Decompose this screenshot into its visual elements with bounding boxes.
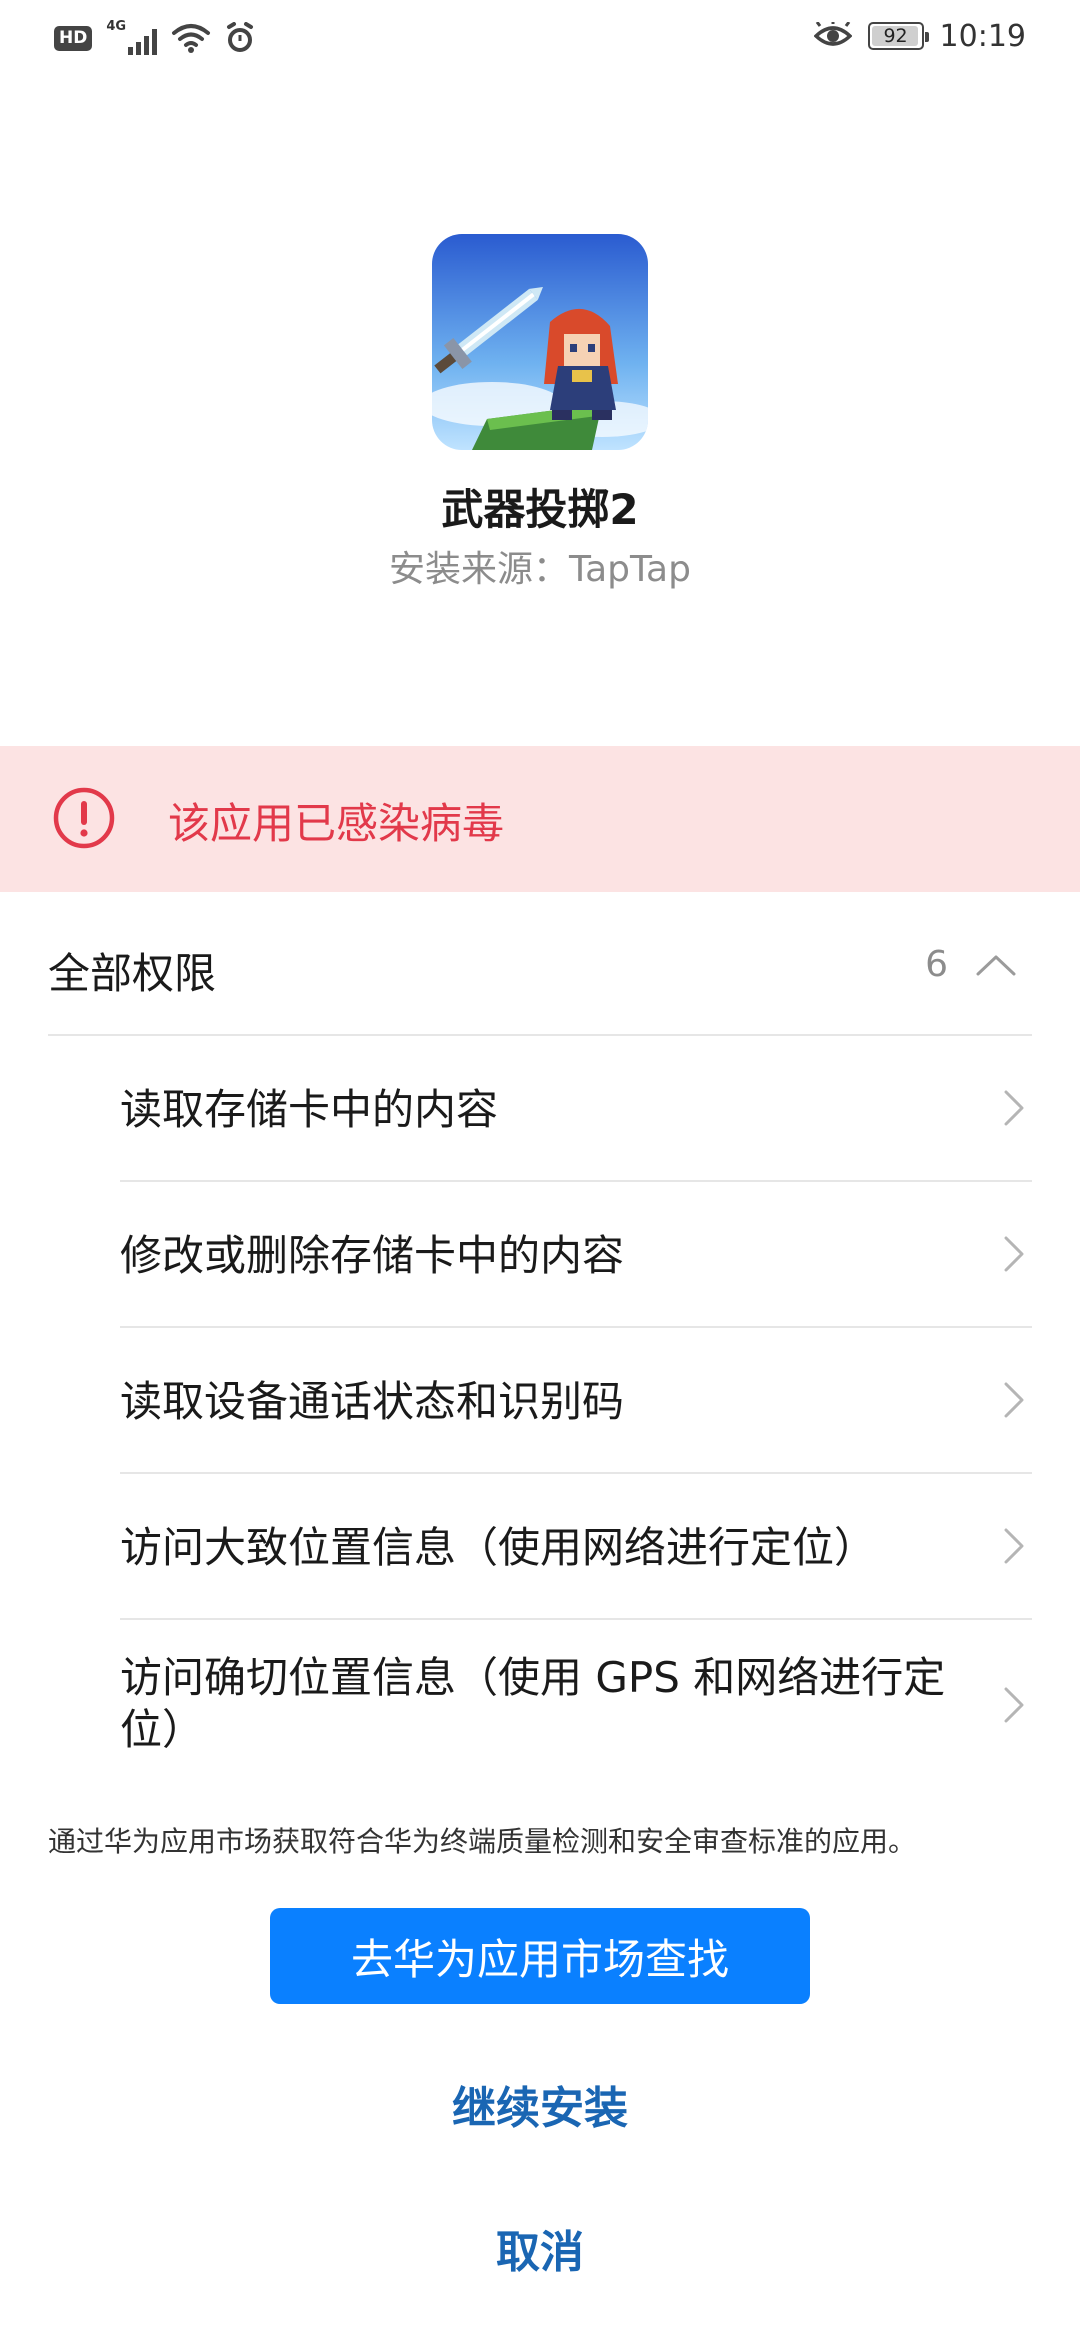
permissions-title: 全部权限 [48,949,217,998]
market-footnote: 通过华为应用市场获取符合华为终端质量检测和安全审查标准的应用。 [48,1825,917,1858]
permission-label: 读取存储卡中的内容 [120,1085,499,1134]
wifi-icon [172,24,211,53]
permission-label: 访问确切位置信息（使用 GPS 和网络进行定位） [120,1653,946,1754]
chevron-up-icon [976,955,1016,976]
permission-label: 访问大致位置信息（使用网络进行定位） [120,1523,877,1572]
install-source: 安装来源：TapTap [389,549,691,590]
signal-icon: 4G [106,19,158,55]
status-bar-left: HD 4G [54,18,255,58]
permission-item[interactable]: 读取存储卡中的内容 [120,1036,1032,1182]
chevron-right-icon [1004,1090,1024,1126]
alert-circle-icon [53,787,115,849]
hd-icon: HD [54,25,93,51]
network-type-label: 4G [106,19,127,34]
app-name: 武器投掷2 [441,485,639,534]
chevron-right-icon [1004,1687,1024,1723]
go-to-market-button[interactable]: 去华为应用市场查找 [270,1908,810,2004]
permissions-count: 6 [925,944,948,985]
status-bar: HD 4G 92 10:19 [0,0,1080,76]
permissions-toggle[interactable]: 全部权限 6 [48,922,1032,1036]
game-app-icon [432,234,648,450]
continue-install-button[interactable]: 继续安装 [0,2072,1080,2136]
permission-item[interactable]: 访问确切位置信息（使用 GPS 和网络进行定位） [120,1620,1032,1790]
permission-label: 读取设备通话状态和识别码 [120,1377,625,1426]
status-bar-right: 92 10:19 [813,14,1026,58]
permission-label: 修改或删除存储卡中的内容 [120,1231,625,1280]
chevron-right-icon [1004,1528,1024,1564]
clock: 10:19 [939,18,1026,54]
permission-item[interactable]: 访问大致位置信息（使用网络进行定位） [120,1474,1032,1620]
eye-icon [813,22,852,46]
permission-list: 读取存储卡中的内容 修改或删除存储卡中的内容 读取设备通话状态和识别码 访问大致… [120,1036,1032,1790]
battery-level: 92 [883,25,908,47]
cancel-button[interactable]: 取消 [0,2216,1080,2280]
battery-icon: 92 [867,22,929,50]
alarm-icon [227,22,254,52]
chevron-right-icon [1004,1382,1024,1418]
warning-text: 该应用已感染病毒 [168,799,505,848]
chevron-right-icon [1004,1236,1024,1272]
permission-item[interactable]: 读取设备通话状态和识别码 [120,1328,1032,1474]
permission-item[interactable]: 修改或删除存储卡中的内容 [120,1182,1032,1328]
virus-warning-banner: 该应用已感染病毒 [0,746,1080,892]
